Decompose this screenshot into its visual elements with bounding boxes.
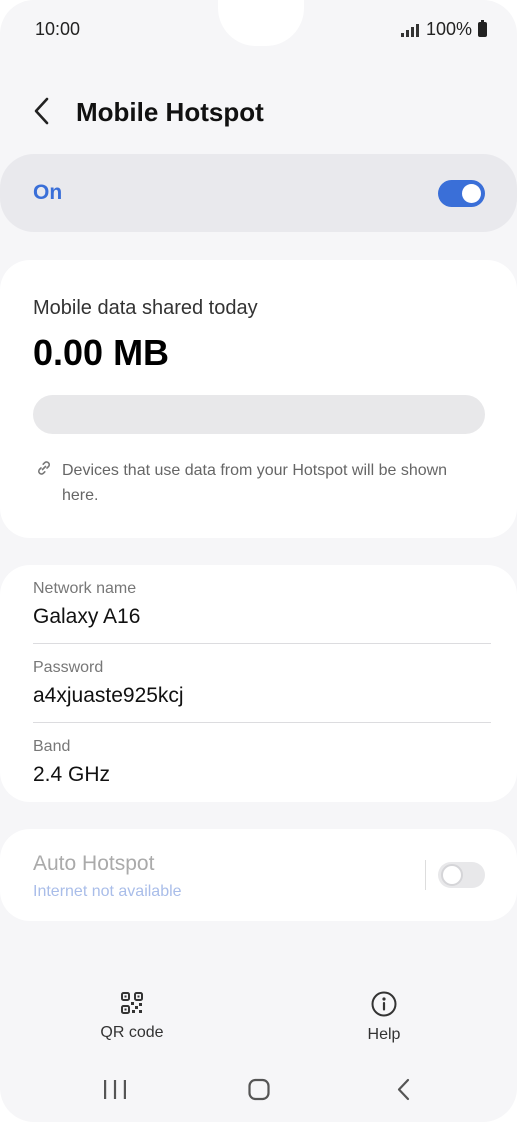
toggle-knob xyxy=(462,184,481,203)
hotspot-toggle[interactable] xyxy=(438,180,485,207)
password-value: a4xjuaste925kcj xyxy=(33,684,184,707)
network-name-row[interactable]: Network name Galaxy A16 xyxy=(33,575,491,653)
band-label: Band xyxy=(33,738,71,755)
phone-screen: 10:00 100% Mobile Hotspot On Mobile data… xyxy=(0,0,517,1122)
signal-icon xyxy=(400,23,419,37)
auto-hotspot-card: Auto Hotspot Internet not available xyxy=(0,829,517,921)
auto-hotspot-subtitle: Internet not available xyxy=(33,883,182,900)
help-button[interactable]: Help xyxy=(324,985,444,1049)
recent-apps-icon[interactable] xyxy=(95,1076,135,1104)
qr-code-button[interactable]: QR code xyxy=(72,985,192,1049)
vertical-divider xyxy=(425,860,426,890)
password-label: Password xyxy=(33,659,104,676)
network-name-value: Galaxy A16 xyxy=(33,605,141,628)
data-usage-card: Mobile data shared today 0.00 MB Devices… xyxy=(0,260,517,538)
battery-icon xyxy=(478,20,487,37)
data-usage-bar xyxy=(33,395,485,434)
info-circle-icon xyxy=(371,991,397,1017)
band-value: 2.4 GHz xyxy=(33,763,111,786)
network-settings-card: Network name Galaxy A16 Password a4xjuas… xyxy=(0,565,517,802)
app-header: Mobile Hotspot xyxy=(0,80,517,144)
back-arrow-icon[interactable] xyxy=(28,94,58,128)
hotspot-master-switch[interactable]: On xyxy=(0,154,517,232)
qr-code-icon xyxy=(121,992,143,1014)
devices-note: Devices that use data from your Hotspot … xyxy=(62,462,448,504)
hotspot-switch-label: On xyxy=(33,181,63,204)
status-right: 100% xyxy=(400,19,487,40)
status-bar: 10:00 100% xyxy=(0,0,517,60)
toggle-knob xyxy=(441,864,463,886)
help-label: Help xyxy=(367,1026,401,1043)
back-icon[interactable] xyxy=(384,1076,424,1104)
status-time: 10:00 xyxy=(35,19,81,39)
data-usage-value: 0.00 MB xyxy=(33,332,170,373)
password-row[interactable]: Password a4xjuaste925kcj xyxy=(33,654,491,732)
auto-hotspot-toggle[interactable] xyxy=(438,862,485,888)
bottom-actions: QR code Help xyxy=(0,985,517,1055)
battery-percent: 100% xyxy=(425,19,472,39)
band-row[interactable]: Band 2.4 GHz xyxy=(33,733,491,811)
qr-code-label: QR code xyxy=(100,1024,164,1041)
page-title: Mobile Hotspot xyxy=(76,97,264,127)
network-name-label: Network name xyxy=(33,580,137,597)
link-icon xyxy=(35,459,53,477)
data-usage-label: Mobile data shared today xyxy=(33,297,258,319)
divider xyxy=(33,643,491,644)
divider xyxy=(33,722,491,723)
home-icon[interactable] xyxy=(239,1076,279,1104)
system-nav-bar xyxy=(0,1070,517,1110)
auto-hotspot-title: Auto Hotspot xyxy=(33,852,155,875)
